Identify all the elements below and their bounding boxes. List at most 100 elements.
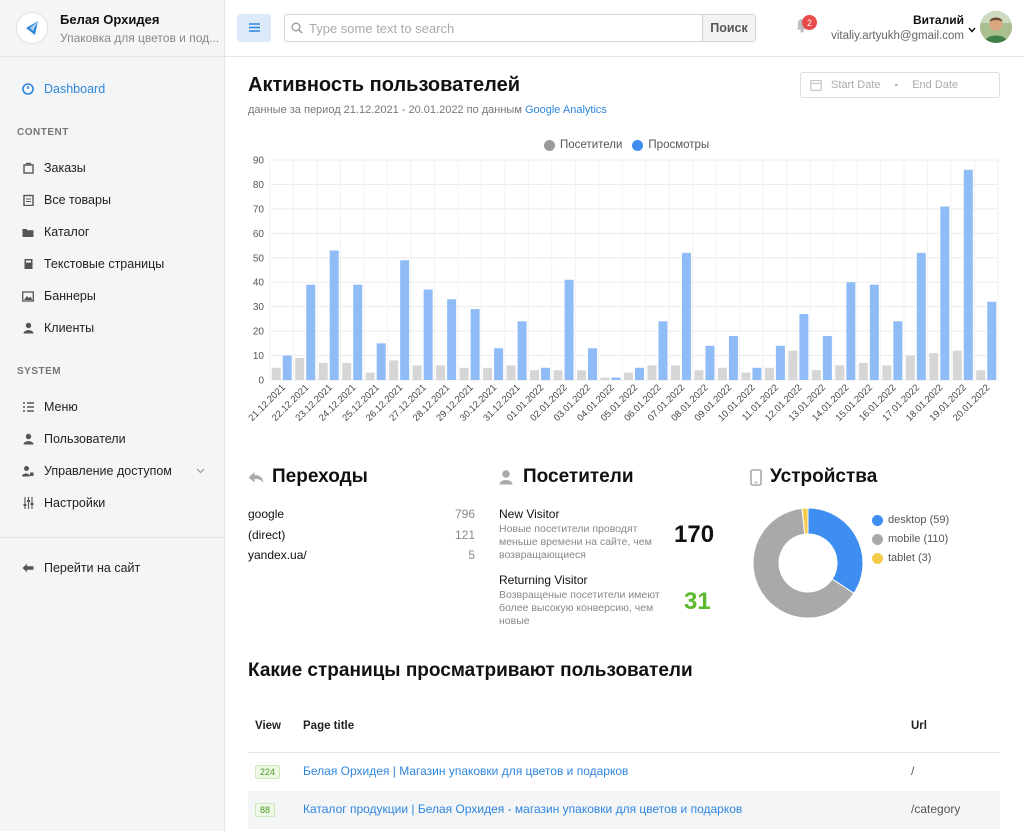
- bar-views: [658, 321, 668, 380]
- y-tick-label: 50: [253, 253, 265, 264]
- mobile-icon: [750, 468, 762, 486]
- chevron-down-icon[interactable]: [968, 20, 976, 38]
- sidebar-item-label: Настройки: [44, 496, 106, 510]
- legend-dot: [632, 139, 644, 151]
- sidebar-item-products[interactable]: Все товары: [22, 193, 111, 207]
- device-label: tablet (3): [888, 552, 932, 564]
- referral-source: (direct): [248, 528, 286, 542]
- bar-visitors: [412, 365, 422, 380]
- search-button[interactable]: Поиск: [702, 15, 755, 41]
- sidebar-item-label: Каталог: [44, 225, 90, 239]
- sidebar-item-label: Клиенты: [44, 321, 95, 335]
- bar-views: [916, 252, 926, 380]
- bar-visitors: [506, 365, 516, 380]
- device-legend-item[interactable]: mobile (110): [872, 533, 948, 545]
- bar-views: [893, 321, 903, 380]
- start-date-input[interactable]: Start Date: [831, 79, 881, 91]
- bar-visitors: [741, 372, 751, 380]
- sidebar-item-menu[interactable]: Меню: [22, 400, 78, 414]
- sidebar-item-settings[interactable]: Настройки: [22, 496, 105, 510]
- sidebar-item-label: Управление доступом: [44, 464, 172, 478]
- sidebar-item-catalog[interactable]: Каталог: [22, 225, 89, 239]
- page-subtitle: данные за период 21.12.2021 - 20.01.2022…: [248, 104, 607, 116]
- notification-badge: 2: [802, 15, 817, 30]
- user-name[interactable]: Виталий: [913, 13, 964, 27]
- date-separator: -: [894, 79, 899, 91]
- bar-views: [400, 260, 410, 380]
- table-row: 88 Каталог продукции | Белая Орхидея - м…: [248, 791, 1000, 829]
- user-icon: [499, 469, 515, 485]
- sidebar-item-label: Пользователи: [44, 432, 126, 446]
- devices-title: Устройства: [750, 466, 877, 488]
- sidebar-item-label: Заказы: [44, 161, 86, 175]
- bar-visitors: [858, 362, 868, 380]
- sidebar-item-access[interactable]: Управление доступом: [22, 464, 205, 478]
- end-date-input[interactable]: End Date: [912, 79, 958, 91]
- reply-icon: [248, 471, 264, 484]
- sidebar-item-pages[interactable]: Текстовые страницы: [22, 257, 164, 271]
- bar-views: [588, 348, 598, 380]
- y-tick-label: 70: [253, 204, 265, 215]
- bar-visitors: [811, 370, 821, 380]
- bar-views: [470, 309, 480, 380]
- arrow-left-icon: [22, 562, 34, 574]
- bar-views: [987, 301, 997, 380]
- sidebar: Белая Орхидея Упаковка для цветов и под.…: [0, 0, 225, 831]
- device-legend-item[interactable]: desktop (59): [872, 514, 949, 526]
- bar-views: [541, 367, 551, 380]
- sidebar-item-users[interactable]: Пользователи: [22, 432, 126, 446]
- bar-visitors: [670, 365, 680, 380]
- devices-donut-chart: [752, 507, 864, 619]
- bar-views: [822, 336, 832, 380]
- bar-visitors: [952, 350, 962, 380]
- page-title-link[interactable]: Каталог продукции | Белая Орхидея - мага…: [303, 802, 742, 816]
- goto-site-link[interactable]: Перейти на сайт: [22, 561, 140, 575]
- bar-visitors: [717, 367, 727, 380]
- referral-row: yandex.ua/5: [248, 548, 475, 562]
- bar-visitors: [295, 358, 305, 380]
- menu-toggle-button[interactable]: [237, 14, 271, 42]
- folder-icon: [22, 226, 34, 238]
- bar-views: [940, 206, 950, 380]
- search-input[interactable]: [309, 15, 702, 41]
- brand[interactable]: Белая Орхидея Упаковка для цветов и под.…: [0, 0, 224, 57]
- page-title-link[interactable]: Белая Орхидея | Магазин упаковки для цве…: [303, 764, 628, 778]
- sidebar-item-clients[interactable]: Клиенты: [22, 321, 94, 335]
- bar-views: [846, 282, 856, 380]
- bar-views: [752, 367, 762, 380]
- sidebar-item-label: Dashboard: [44, 82, 106, 96]
- bar-views: [681, 252, 691, 380]
- bar-visitors: [318, 362, 328, 380]
- google-analytics-link[interactable]: Google Analytics: [525, 104, 607, 116]
- col-header-title[interactable]: Page title: [303, 720, 354, 732]
- sidebar-item-banners[interactable]: Баннеры: [22, 289, 96, 303]
- date-range-picker[interactable]: Start Date - End Date: [800, 72, 1000, 98]
- sidebar-item-dashboard[interactable]: Dashboard: [22, 82, 105, 96]
- bar-views: [635, 367, 644, 380]
- search-bar: Поиск: [284, 14, 756, 42]
- section-system: SYSTEM: [17, 366, 62, 377]
- bar-views: [517, 321, 527, 380]
- top-header: Поиск 2 Виталий vitaliy.artyukh@gmail.co…: [225, 0, 1024, 57]
- bar-visitors: [271, 367, 281, 380]
- bar-visitors: [577, 370, 587, 380]
- avatar[interactable]: [980, 11, 1012, 43]
- referral-source: yandex.ua/: [248, 548, 307, 562]
- y-tick-label: 20: [253, 327, 265, 338]
- user-lock-icon: [22, 465, 34, 477]
- section-content: CONTENT: [17, 127, 69, 138]
- y-tick-label: 0: [258, 376, 264, 387]
- col-header-url[interactable]: Url: [911, 720, 927, 732]
- view-count-badge: 224: [255, 765, 281, 779]
- col-header-view[interactable]: View: [255, 720, 281, 732]
- sidebar-item-orders[interactable]: Заказы: [22, 161, 86, 175]
- bar-visitors: [882, 365, 892, 380]
- referral-row: (direct) 121: [248, 528, 475, 542]
- bar-views: [728, 336, 738, 380]
- device-legend-item[interactable]: tablet (3): [872, 552, 931, 564]
- visitors-title-text: Посетители: [523, 466, 634, 487]
- bar-views: [494, 348, 504, 380]
- sliders-icon: [22, 497, 34, 509]
- donut-slice[interactable]: [807, 507, 864, 595]
- legend-dot: [544, 139, 555, 151]
